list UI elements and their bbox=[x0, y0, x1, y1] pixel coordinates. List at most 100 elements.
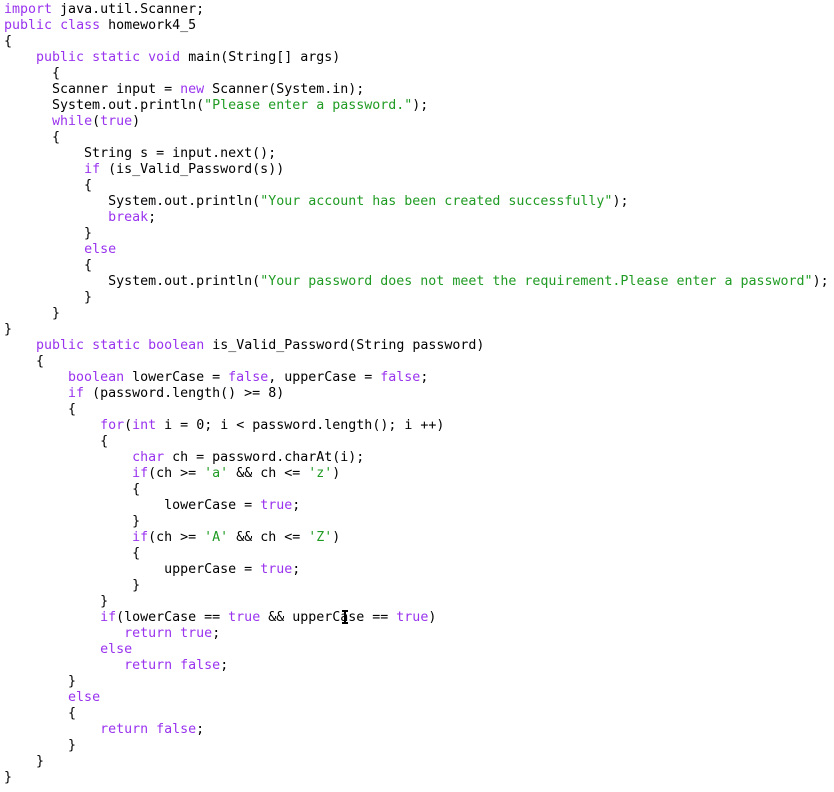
code-line: if (is_Valid_Password(s)) bbox=[4, 162, 829, 178]
code-token: main(String[] args) bbox=[180, 50, 341, 65]
code-token: ; bbox=[292, 562, 301, 577]
code-token: } bbox=[4, 754, 45, 769]
code-token: ; bbox=[148, 210, 157, 225]
code-token: { bbox=[4, 178, 93, 193]
code-token: } bbox=[4, 578, 141, 593]
code-token: return bbox=[124, 658, 173, 673]
code-token: ; bbox=[292, 498, 301, 513]
code-token: return bbox=[124, 626, 173, 641]
code-token: } bbox=[4, 594, 109, 609]
code-token: if bbox=[84, 162, 101, 177]
code-line: } bbox=[4, 322, 829, 338]
code-token: for bbox=[100, 418, 125, 433]
code-token: } bbox=[4, 770, 13, 785]
code-line: { bbox=[4, 402, 829, 418]
code-token: 'z' bbox=[308, 466, 333, 481]
code-token: , upperCase = bbox=[268, 370, 381, 385]
code-token: (ch >= bbox=[148, 466, 205, 481]
code-token: Scanner input = bbox=[4, 82, 181, 97]
code-line: while(true) bbox=[4, 114, 829, 130]
code-line: lowerCase = true; bbox=[4, 498, 829, 514]
code-line: { bbox=[4, 34, 829, 50]
code-line: } bbox=[4, 770, 829, 786]
code-line: else bbox=[4, 690, 829, 706]
code-line: System.out.println("Please enter a passw… bbox=[4, 98, 829, 114]
code-token: else bbox=[84, 242, 117, 257]
code-token: lowerCase = bbox=[4, 498, 261, 513]
code-token: true bbox=[180, 626, 213, 641]
code-token: } bbox=[4, 322, 13, 337]
code-token: homework4_5 bbox=[100, 18, 197, 33]
code-token: { bbox=[4, 402, 77, 417]
code-token: "Your password does not meet the require… bbox=[260, 274, 813, 289]
code-token: "Your account has been created successfu… bbox=[260, 194, 613, 209]
code-token: ( bbox=[92, 114, 101, 129]
code-token: ) bbox=[332, 466, 341, 481]
code-line: { bbox=[4, 434, 829, 450]
code-token: boolean bbox=[68, 370, 125, 385]
code-line: } bbox=[4, 290, 829, 306]
code-token: (lowerCase == bbox=[116, 610, 229, 625]
code-line: if(lowerCase == true && upperCase == tru… bbox=[4, 610, 829, 626]
code-token: } bbox=[4, 738, 77, 753]
code-token: 8 bbox=[268, 386, 277, 401]
code-token: } bbox=[4, 514, 141, 529]
text-cursor-caret bbox=[342, 610, 348, 624]
code-token: ( bbox=[124, 418, 133, 433]
code-line: } bbox=[4, 306, 829, 322]
code-line: Scanner input = new Scanner(System.in); bbox=[4, 82, 829, 98]
source-code-text[interactable]: import java.util.Scanner; public class ho… bbox=[4, 2, 829, 786]
code-token: "Please enter a password." bbox=[204, 98, 413, 113]
code-token: int bbox=[132, 418, 157, 433]
code-line: { bbox=[4, 258, 829, 274]
code-line: } bbox=[4, 594, 829, 610]
code-token: ; bbox=[196, 722, 205, 737]
code-token: if bbox=[132, 466, 149, 481]
code-editor-surface[interactable]: import java.util.Scanner; public class ho… bbox=[0, 0, 834, 792]
code-line: { bbox=[4, 130, 829, 146]
code-line: } bbox=[4, 738, 829, 754]
code-line: { bbox=[4, 706, 829, 722]
code-token: && upperCase == bbox=[260, 610, 397, 625]
code-token: static bbox=[92, 50, 141, 65]
code-token: class bbox=[60, 18, 101, 33]
code-token: System.out.println( bbox=[4, 98, 205, 113]
code-line: else bbox=[4, 642, 829, 658]
code-line: System.out.println("Your password does n… bbox=[4, 274, 829, 290]
code-token: ); bbox=[612, 194, 629, 209]
code-token: char bbox=[132, 450, 165, 465]
code-token: false bbox=[228, 370, 269, 385]
code-token: ; i < password.length(); i ++) bbox=[204, 418, 445, 433]
code-line: String s = input.next(); bbox=[4, 146, 829, 162]
code-line: public static boolean is_Valid_Password(… bbox=[4, 338, 829, 354]
code-line: public static void main(String[] args) bbox=[4, 50, 829, 66]
code-token: (ch >= bbox=[148, 530, 205, 545]
code-token: lowerCase = bbox=[124, 370, 229, 385]
code-line: boolean lowerCase = false, upperCase = f… bbox=[4, 370, 829, 386]
code-line: } bbox=[4, 674, 829, 690]
code-token: public bbox=[36, 338, 85, 353]
code-token: void bbox=[148, 50, 181, 65]
code-token: true bbox=[260, 562, 293, 577]
code-line: } bbox=[4, 578, 829, 594]
